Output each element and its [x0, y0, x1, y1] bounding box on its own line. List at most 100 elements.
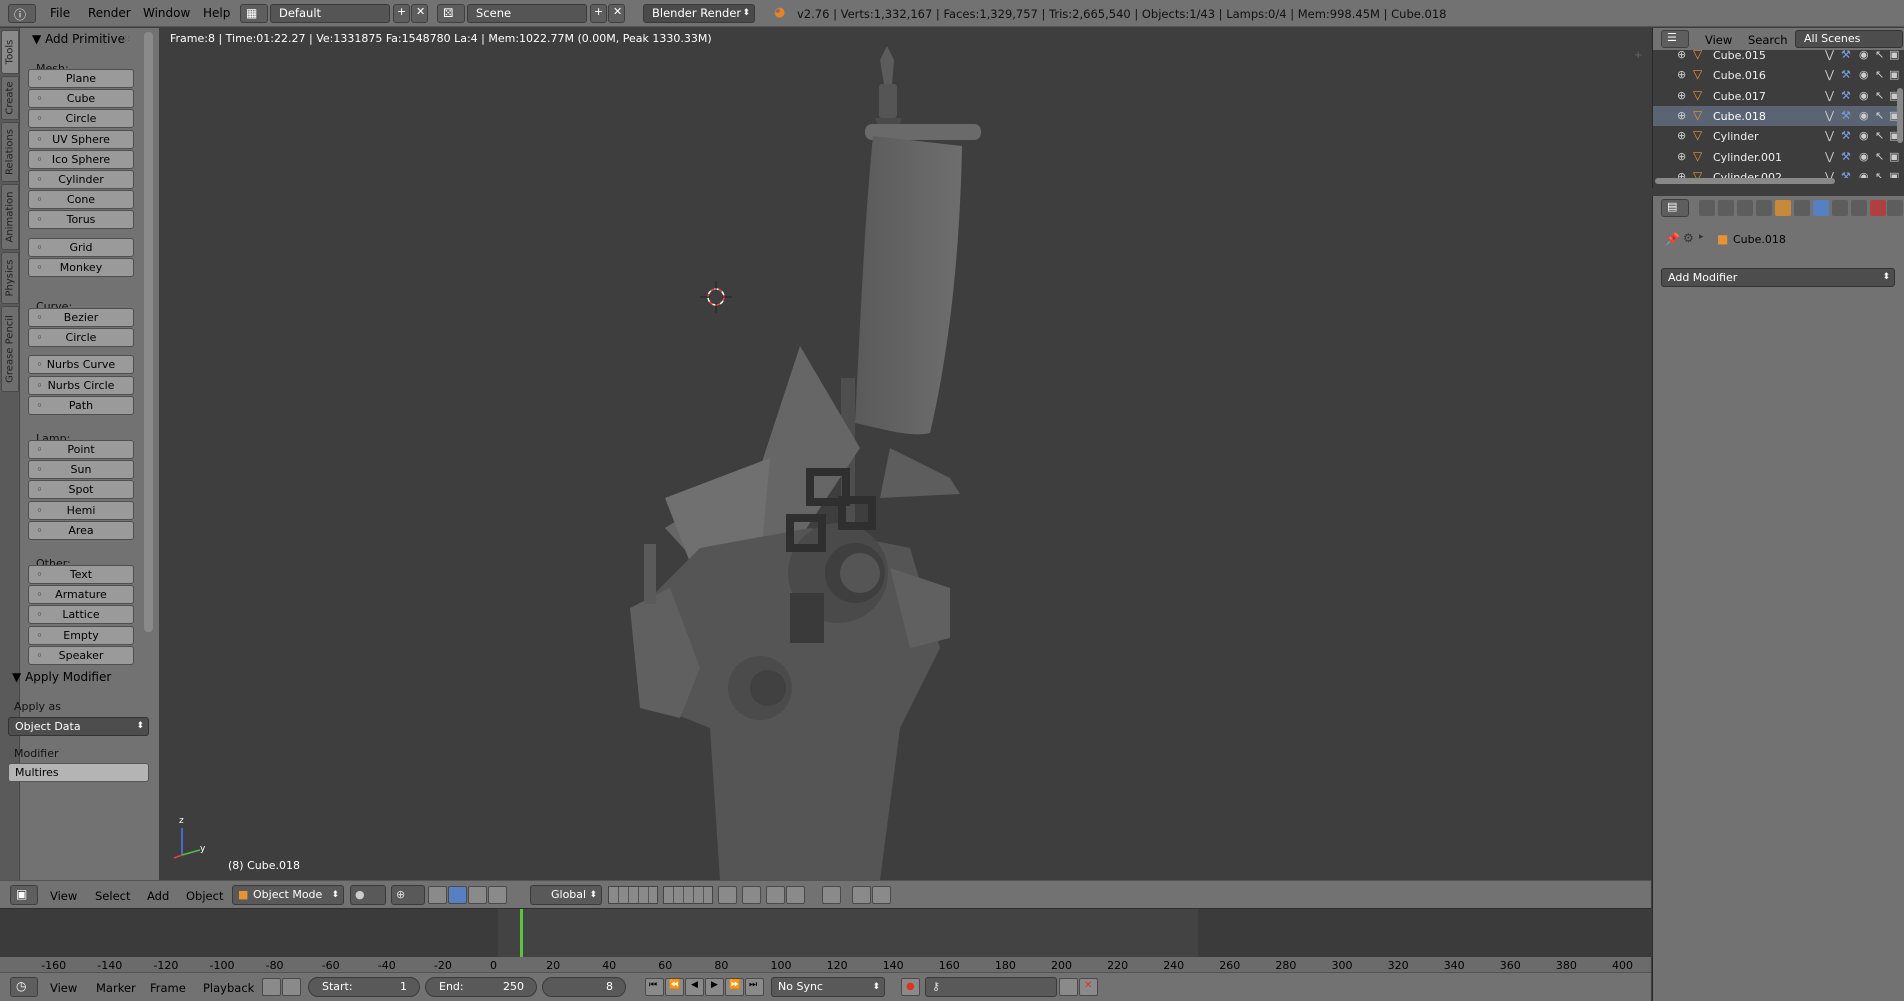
add-primitive-panel-header[interactable]: ▼ Add Primitive: [32, 32, 125, 46]
tab-tools[interactable]: Tools: [1, 30, 19, 74]
add-uv-sphere-button[interactable]: ◦ UV Sphere: [28, 129, 134, 149]
transform-orientation-dropdown[interactable]: Global ⬍: [530, 885, 602, 905]
snap-toggle-button[interactable]: [766, 886, 785, 904]
timeline-ruler[interactable]: -160 -140 -120 -100 -80 -60 -40 -20 0 20 40 60 80 100…: [0, 957, 1651, 973]
sync-mode-dropdown[interactable]: No Sync ⬍: [771, 977, 885, 997]
jump-start-button[interactable]: ⏮: [645, 978, 664, 996]
outliner-row[interactable]: ⊕ ▽ Cylinder.002 ⋁ ⚒ ◉ ↖ ▣: [1653, 167, 1899, 178]
menu-window[interactable]: Window: [143, 6, 190, 20]
current-frame-marker[interactable]: [520, 909, 524, 957]
render-opengl-button[interactable]: [822, 886, 841, 904]
add-modifier-dropdown[interactable]: Add Modifier ⬍: [1661, 268, 1895, 287]
tl-menu-view[interactable]: View: [50, 981, 77, 995]
selectability-cursor-icon[interactable]: ↖: [1875, 170, 1884, 178]
manipulator-toggle[interactable]: [428, 886, 447, 904]
play-button[interactable]: ▶: [705, 978, 724, 996]
outliner-menu-view[interactable]: View: [1705, 33, 1732, 47]
snap-element-dropdown[interactable]: [786, 886, 805, 904]
expand-icon[interactable]: ⊕: [1677, 150, 1686, 163]
visibility-eye-icon[interactable]: ◉: [1859, 170, 1869, 178]
add-monkey-button[interactable]: ◦ Monkey: [28, 257, 134, 277]
add-lattice-button[interactable]: ◦ Lattice: [28, 605, 134, 625]
outliner-row[interactable]: ⊕ ▽ Cube.018 ⋁ ⚒ ◉ ↖ ▣: [1653, 105, 1899, 126]
add-scene-button[interactable]: +: [590, 4, 607, 23]
add-sun-button[interactable]: ◦ Sun: [28, 460, 134, 480]
render-still-button[interactable]: [852, 886, 871, 904]
world-tab-icon[interactable]: [1756, 200, 1772, 216]
screen-layout-icon[interactable]: ▦: [240, 4, 268, 23]
renderability-camera-icon[interactable]: ▣: [1889, 68, 1899, 81]
remove-layout-button[interactable]: ✕: [411, 4, 428, 23]
play-reverse-button[interactable]: ◀: [685, 978, 704, 996]
data-tab-icon[interactable]: [1832, 200, 1848, 216]
tool-shelf-scrollbar[interactable]: [144, 32, 153, 632]
insert-keyframe-button[interactable]: [1059, 978, 1078, 996]
tab-grease-pencil[interactable]: Grease Pencil: [1, 306, 19, 392]
apply-as-dropdown[interactable]: Object Data ⬍: [8, 717, 149, 736]
texture-tab-icon[interactable]: [1870, 200, 1886, 216]
add-cylinder-button[interactable]: ◦ Cylinder: [28, 170, 134, 189]
visibility-eye-icon[interactable]: ◉: [1859, 48, 1869, 61]
expand-icon[interactable]: ⊕: [1677, 68, 1686, 81]
translate-manipulator-button[interactable]: [448, 886, 467, 904]
remove-scene-button[interactable]: ✕: [608, 4, 625, 23]
outliner-h-scrollbar[interactable]: [1655, 178, 1835, 184]
add-speaker-button[interactable]: ◦ Speaker: [28, 645, 134, 665]
menu-file[interactable]: File: [50, 6, 70, 20]
material-tab-icon[interactable]: [1851, 200, 1867, 216]
tl-menu-marker[interactable]: Marker: [96, 981, 136, 995]
scene-icon[interactable]: ⚄: [437, 4, 465, 23]
add-hemi-button[interactable]: ◦ Hemi: [28, 500, 134, 520]
apply-modifier-panel-header[interactable]: ▼ Apply Modifier: [12, 670, 111, 684]
outliner-object-name[interactable]: Cylinder.002: [1713, 171, 1782, 178]
add-circle-button[interactable]: ◦ Circle: [28, 109, 134, 129]
expand-icon[interactable]: ⊕: [1677, 89, 1686, 102]
tl-menu-frame[interactable]: Frame: [150, 981, 186, 995]
tl-menu-playback[interactable]: Playback: [203, 981, 254, 995]
tab-create[interactable]: Create: [1, 76, 19, 120]
expand-icon[interactable]: ⊕: [1677, 109, 1686, 122]
outliner-row[interactable]: ⊕ ▽ Cube.016 ⋁ ⚒ ◉ ↖ ▣: [1653, 65, 1899, 85]
selectability-cursor-icon[interactable]: ↖: [1875, 89, 1884, 102]
add-circle-button[interactable]: ◦ Circle: [28, 328, 134, 348]
add-point-button[interactable]: ◦ Point: [28, 440, 134, 459]
render-layers-tab-icon[interactable]: [1718, 200, 1734, 216]
visibility-eye-icon[interactable]: ◉: [1859, 68, 1869, 81]
layers-grid-2[interactable]: [663, 886, 713, 904]
selectability-cursor-icon[interactable]: ↖: [1875, 129, 1884, 142]
renderability-camera-icon[interactable]: ▣: [1889, 48, 1899, 61]
lock-layers-button[interactable]: [718, 886, 737, 904]
selectability-cursor-icon[interactable]: ↖: [1875, 109, 1884, 122]
layers-grid-1[interactable]: [608, 886, 658, 904]
lock-range-button[interactable]: [282, 978, 301, 996]
editor-type-view3d-button[interactable]: ▣: [10, 885, 38, 905]
editor-type-info-button[interactable]: ⓘ: [8, 4, 36, 23]
add-layout-button[interactable]: +: [393, 4, 410, 23]
renderability-camera-icon[interactable]: ▣: [1889, 170, 1899, 178]
visibility-eye-icon[interactable]: ◉: [1859, 129, 1869, 142]
outliner-object-name[interactable]: Cube.015: [1713, 49, 1766, 62]
add-ico-sphere-button[interactable]: ◦ Ico Sphere: [28, 149, 134, 169]
pin-icon[interactable]: 📌: [1665, 232, 1680, 246]
expand-icon[interactable]: ⊕: [1677, 129, 1686, 142]
scale-manipulator-button[interactable]: [488, 886, 507, 904]
expand-icon[interactable]: ⊕: [1677, 48, 1686, 61]
proportional-edit-button[interactable]: [742, 886, 761, 904]
outliner-menu-search[interactable]: Search: [1748, 33, 1788, 47]
viewport-shading-dropdown[interactable]: ●: [350, 885, 386, 905]
display-mode-dropdown[interactable]: All Scenes: [1795, 30, 1903, 48]
outliner-object-name[interactable]: Cube.016: [1713, 69, 1766, 82]
jump-keyframe-back-button[interactable]: ⏪: [665, 978, 684, 996]
renderability-camera-icon[interactable]: ▣: [1889, 150, 1899, 163]
expand-icon[interactable]: ⊕: [1677, 170, 1686, 178]
menu-help[interactable]: Help: [203, 6, 230, 20]
jump-keyframe-forward-button[interactable]: ⏩: [725, 978, 744, 996]
add-armature-button[interactable]: ◦ Armature: [28, 585, 134, 605]
add-plane-button[interactable]: ◦ Plane: [28, 69, 134, 88]
outliner-object-name[interactable]: Cube.018: [1713, 110, 1766, 123]
add-cube-button[interactable]: ◦ Cube: [28, 89, 134, 109]
editor-type-properties-button[interactable]: ▤: [1661, 199, 1689, 217]
add-empty-button[interactable]: ◦ Empty: [28, 625, 134, 645]
drag-handle-icon[interactable]: :::: [121, 34, 130, 44]
render-tab-icon[interactable]: [1699, 200, 1715, 216]
